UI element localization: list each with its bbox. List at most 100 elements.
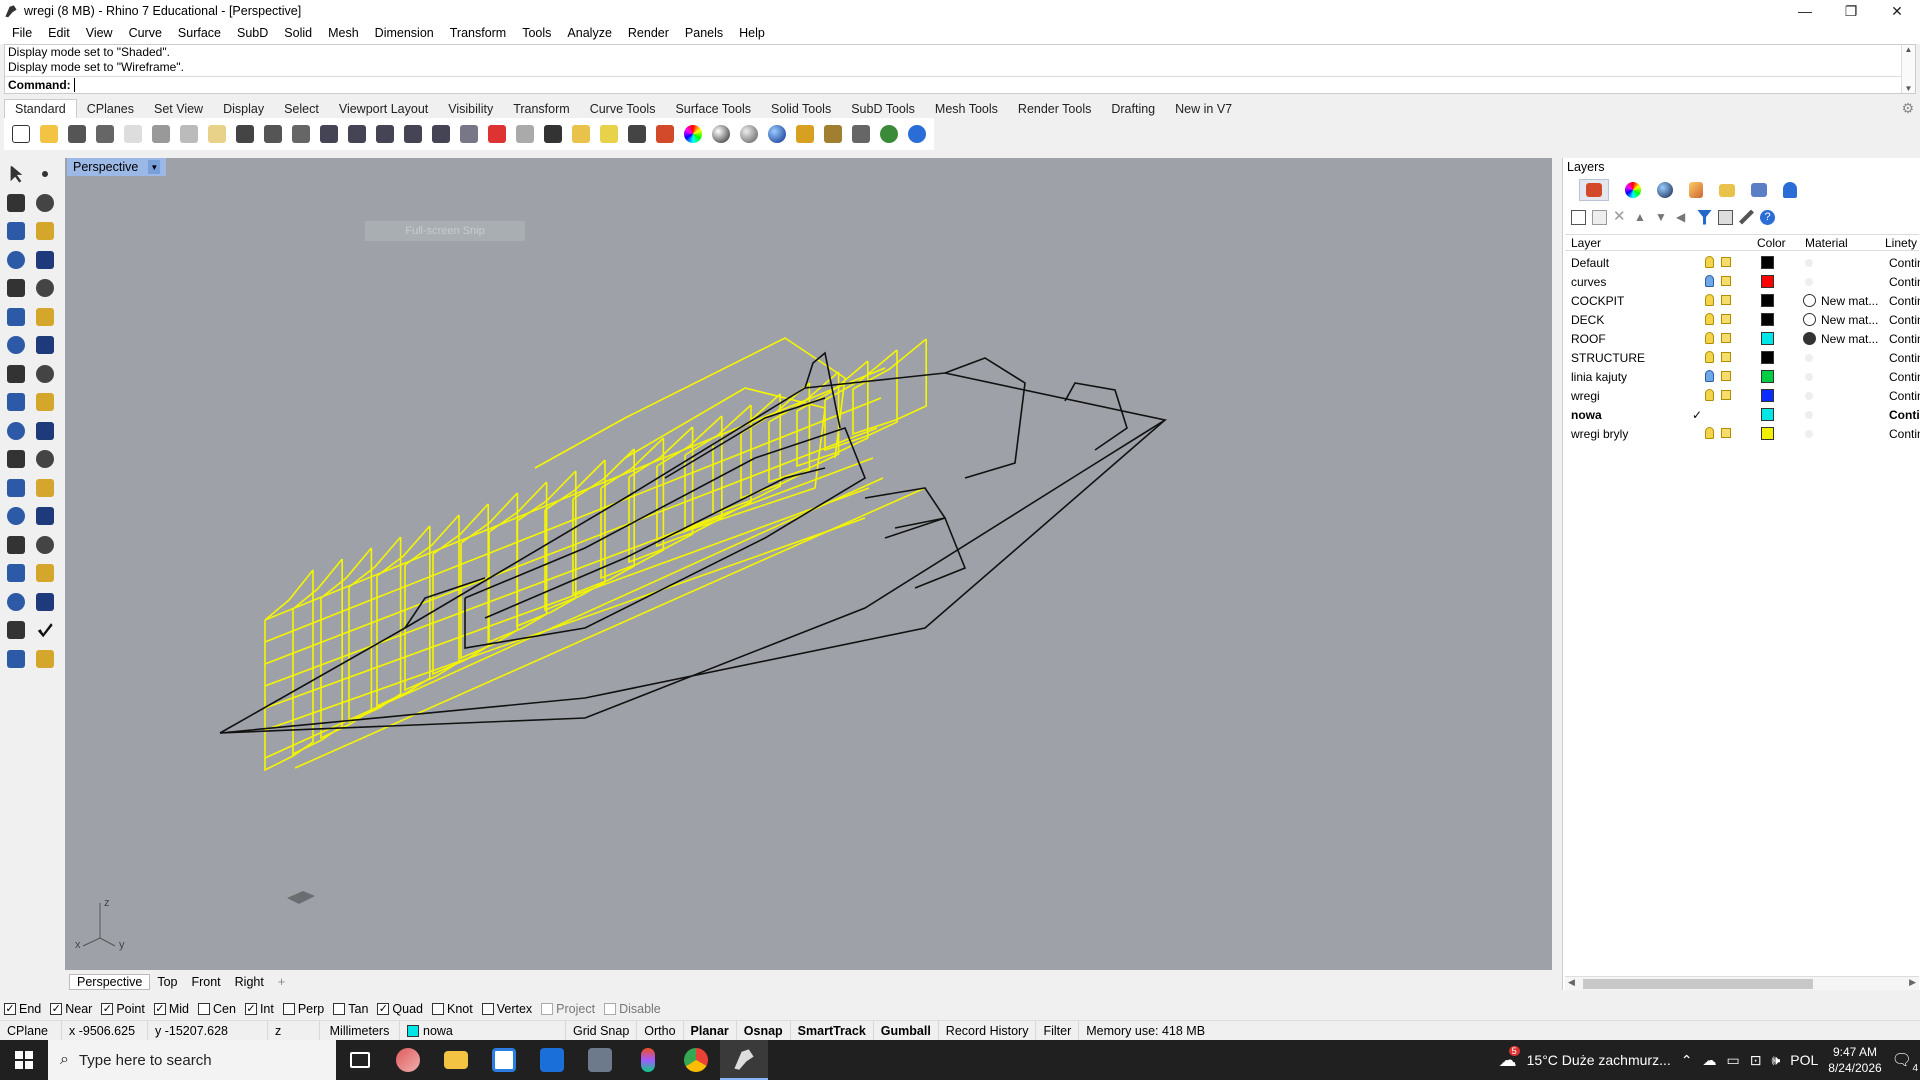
layer-row[interactable]: COCKPIT New mat... Contin (1565, 291, 1920, 310)
filter-icon[interactable] (792, 122, 817, 147)
render-icon[interactable] (4, 647, 28, 671)
lock-icon[interactable] (1721, 371, 1731, 381)
scale-icon[interactable] (33, 476, 57, 500)
layer-color-swatch[interactable] (1761, 427, 1774, 440)
material-placeholder-icon[interactable] (1805, 278, 1813, 286)
gear-settings-icon[interactable] (820, 122, 845, 147)
ellipse-icon[interactable] (4, 276, 28, 300)
tab-surface-tools[interactable]: Surface Tools (665, 100, 761, 118)
lock-icon[interactable] (1721, 295, 1731, 305)
menu-tools[interactable]: Tools (514, 26, 559, 40)
material-icon[interactable] (1803, 294, 1816, 307)
object-snap-icon[interactable] (540, 122, 565, 147)
layer-name[interactable]: wregi (1571, 389, 1600, 403)
gumball-toggle[interactable]: Gumball (874, 1021, 939, 1040)
tab-drafting[interactable]: Drafting (1101, 100, 1165, 118)
layer-row[interactable]: nowa ✓ Contin (1565, 405, 1920, 424)
menu-solid[interactable]: Solid (276, 26, 320, 40)
cut-icon[interactable] (148, 122, 173, 147)
new-layer-icon[interactable] (1571, 209, 1586, 225)
light-icon[interactable] (596, 122, 621, 147)
osnap-int[interactable]: ✓ Int (244, 1002, 274, 1016)
layer-linetype[interactable]: Contin (1889, 427, 1920, 441)
osnap-checkbox[interactable]: ✓ (153, 1003, 166, 1015)
osnap-perp[interactable]: Perp (282, 1002, 324, 1016)
layer-color-swatch[interactable] (1761, 351, 1774, 364)
osnap-end[interactable]: ✓ End (4, 1002, 41, 1016)
osnap-cen[interactable]: Cen (198, 1002, 236, 1016)
layer-name[interactable]: Default (1571, 256, 1609, 270)
layer-row[interactable]: ROOF New mat... Contin (1565, 329, 1920, 348)
layer-name[interactable]: COCKPIT (1571, 294, 1624, 308)
materials-tab-icon[interactable] (1625, 182, 1641, 198)
extrude-icon[interactable] (4, 362, 28, 386)
four-viewports-icon[interactable] (456, 122, 481, 147)
tab-render-tools[interactable]: Render Tools (1008, 100, 1101, 118)
layer-row[interactable]: curves Contin (1565, 272, 1920, 291)
command-scrollbar[interactable]: ▲ ▼ (1901, 45, 1915, 93)
dimension-icon[interactable] (33, 504, 57, 528)
layer-linetype[interactable]: Contin (1889, 351, 1920, 365)
zoom-extents-icon[interactable] (372, 122, 397, 147)
point-icon[interactable] (568, 122, 593, 147)
layer-linetype[interactable]: Contin (1889, 389, 1920, 403)
material-placeholder-icon[interactable] (1805, 354, 1813, 362)
polygon-icon[interactable] (4, 248, 28, 272)
grid-snap-toggle[interactable]: Grid Snap (566, 1021, 638, 1040)
filter-icon[interactable] (1697, 209, 1712, 225)
loft-icon[interactable] (33, 305, 57, 329)
osnap-point[interactable]: ✓ Point (101, 1002, 145, 1016)
circle-icon[interactable] (4, 219, 28, 243)
chevron-up-icon[interactable]: ⌃ (1681, 1052, 1693, 1069)
menu-panels[interactable]: Panels (677, 26, 731, 40)
file-explorer-icon[interactable] (432, 1040, 480, 1080)
osnap-checkbox[interactable]: ✓ (101, 1003, 114, 1015)
osnap-checkbox[interactable]: ✓ (377, 1003, 390, 1015)
save-icon[interactable] (64, 122, 89, 147)
osnap-vertex[interactable]: Vertex (481, 1002, 532, 1016)
offset-icon[interactable] (33, 362, 57, 386)
ruler-icon[interactable] (33, 561, 57, 585)
analyze-icon[interactable] (4, 618, 28, 642)
zoom-selected-icon[interactable] (400, 122, 425, 147)
lock-icon[interactable] (1721, 390, 1731, 400)
outlook-icon[interactable] (528, 1040, 576, 1080)
layer-name[interactable]: nowa (1571, 408, 1602, 422)
check-icon[interactable] (33, 618, 57, 642)
display-tab-icon[interactable] (1751, 183, 1767, 197)
color-wheel-icon[interactable] (680, 122, 705, 147)
trim-icon[interactable] (33, 419, 57, 443)
layer-row[interactable]: Default Contin (1565, 253, 1920, 272)
select-icon[interactable] (4, 162, 28, 186)
material-placeholder-icon[interactable] (1805, 430, 1813, 438)
lightbulb-icon[interactable] (1705, 313, 1714, 325)
text-icon[interactable] (4, 504, 28, 528)
osnap-checkbox[interactable] (481, 1003, 494, 1015)
layer-linetype[interactable]: Contin (1889, 332, 1920, 346)
ortho-toggle[interactable]: Ortho (637, 1021, 684, 1040)
print-icon[interactable] (92, 122, 117, 147)
layer-name[interactable]: ROOF (1571, 332, 1606, 346)
osnap-near[interactable]: ✓ Near (50, 1002, 92, 1016)
sphere-shaded-icon[interactable] (736, 122, 761, 147)
display-icon[interactable]: ▭ (1726, 1052, 1739, 1069)
move-icon[interactable] (4, 419, 28, 443)
osnap-checkbox[interactable]: ✓ (50, 1003, 63, 1015)
layer-name[interactable]: curves (1571, 275, 1606, 289)
layer-color-swatch[interactable] (1761, 294, 1774, 307)
options-icon[interactable] (848, 122, 873, 147)
layer-linetype[interactable]: Contin (1889, 256, 1920, 270)
menu-dimension[interactable]: Dimension (367, 26, 442, 40)
rectangle-icon[interactable] (33, 248, 57, 272)
weather-icon[interactable]: ☁ 5 (1499, 1045, 1520, 1071)
layer-row[interactable]: wregi Contin (1565, 386, 1920, 405)
tab-mesh-tools[interactable]: Mesh Tools (925, 100, 1008, 118)
tab-solid-tools[interactable]: Solid Tools (761, 100, 841, 118)
lightbulb-icon[interactable] (1705, 294, 1714, 306)
new-sublayer-icon[interactable] (1592, 209, 1607, 225)
vp-tab-perspective[interactable]: Perspective (69, 974, 151, 990)
osnap-tan[interactable]: Tan (333, 1002, 368, 1016)
material-placeholder-icon[interactable] (1805, 259, 1813, 267)
layer-color-swatch[interactable] (1761, 389, 1774, 402)
lightbulb-icon[interactable] (1705, 332, 1714, 344)
